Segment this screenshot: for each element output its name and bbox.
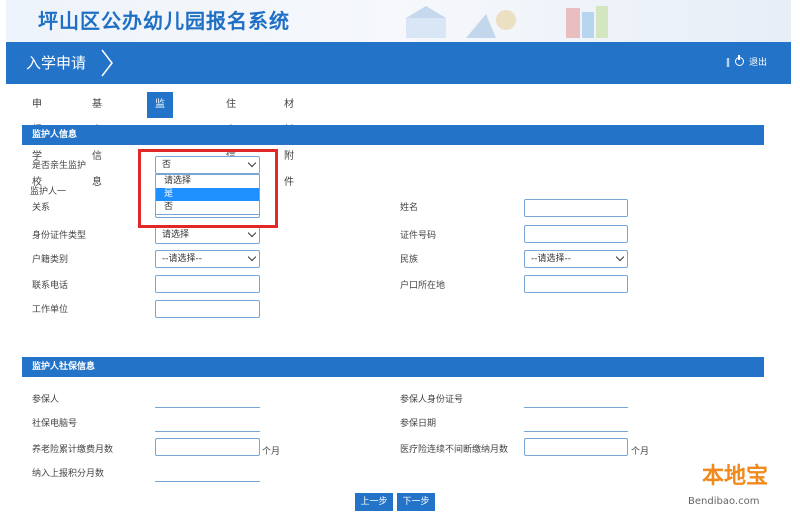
label-settle-months: 纳入上报积分月数 [32, 469, 105, 479]
site-banner: 坪山区公办幼儿园报名系统 [6, 0, 791, 42]
insured-field[interactable] [155, 390, 260, 408]
id-type-select[interactable]: 请选择 [155, 226, 260, 244]
chevron-down-icon [247, 252, 257, 262]
label-primary-guardian: 是否亲生监护 [32, 161, 87, 171]
label-hukou-location: 户口所在地 [400, 281, 446, 291]
tab-guardian-info[interactable]: 监护人信息 [147, 92, 173, 214]
red-highlight-box [138, 149, 278, 228]
household-select[interactable]: --请选择-- [155, 250, 260, 268]
site-title: 坪山区公办幼儿园报名系统 [38, 9, 290, 33]
logout-button[interactable]: ‖ 退出 [726, 42, 767, 84]
employer-field[interactable] [155, 300, 260, 318]
insured-date-field[interactable] [524, 414, 628, 432]
chevron-down-icon [615, 252, 625, 262]
tab-attachments[interactable]: 材料附件 [284, 92, 294, 188]
chevron-right-icon [101, 49, 113, 77]
menu-icon: ‖ [725, 58, 731, 68]
app-window: 坪山区公办幼儿园报名系统 入学申请 ‖ 退出 申报学校 基本信息 监护人信息 住… [0, 0, 800, 519]
social-no-field[interactable] [155, 414, 260, 432]
tab-basic-info[interactable]: 基本信息 [92, 92, 102, 188]
name-field[interactable] [524, 199, 628, 217]
insured-id-field[interactable] [524, 390, 628, 408]
label-medical-months: 医疗险连续不间断缴纳月数 [400, 445, 509, 455]
logout-label: 退出 [748, 58, 767, 68]
power-icon [735, 55, 745, 66]
section-guardian-header: 监护人信息 [22, 125, 764, 145]
medical-months-field[interactable] [524, 438, 628, 456]
unit-months: 个月 [631, 447, 650, 457]
unit-months: 个月 [262, 447, 281, 457]
label-insured-date: 参保日期 [400, 419, 437, 429]
pension-months-field[interactable] [155, 438, 260, 456]
label-pension-months: 养老险累计缴费月数 [32, 445, 114, 455]
nav-current-page: 入学申请 [26, 54, 87, 72]
watermark-url: Bendibao.com [688, 496, 760, 507]
next-button[interactable]: 下一步 [397, 493, 435, 511]
phone-field[interactable] [155, 275, 260, 293]
ethnicity-value: --请选择-- [531, 254, 571, 264]
label-guardian-one: 监护人一 [30, 187, 67, 197]
label-name: 姓名 [400, 203, 419, 213]
label-id-type: 身份证件类型 [32, 231, 87, 241]
tab-housing-info[interactable]: 住房信息 [226, 92, 236, 188]
label-ethnicity: 民族 [400, 255, 419, 265]
label-phone: 联系电话 [32, 281, 69, 291]
label-insured: 参保人 [32, 395, 60, 405]
ethnicity-select[interactable]: --请选择-- [524, 250, 628, 268]
tab-school[interactable]: 申报学校 [32, 92, 42, 188]
watermark-logo: 本地宝 Bendibao.com [680, 458, 795, 516]
label-id-number: 证件号码 [400, 231, 437, 241]
id-number-field[interactable] [524, 225, 628, 243]
section-social-header: 监护人社保信息 [22, 357, 764, 377]
label-insured-id: 参保人身份证号 [400, 395, 464, 405]
watermark-brand: 本地宝 [702, 464, 769, 489]
household-value: --请选择-- [162, 254, 202, 264]
id-type-value: 请选择 [162, 230, 190, 240]
label-relation: 关系 [32, 203, 51, 213]
nav-bar: 入学申请 ‖ 退出 [6, 42, 791, 84]
label-social-no: 社保电脑号 [32, 419, 78, 429]
banner-illustration [406, 6, 608, 38]
settle-months-field[interactable] [155, 464, 260, 482]
prev-button[interactable]: 上一步 [355, 493, 393, 511]
chevron-down-icon [247, 228, 257, 238]
label-household: 户籍类别 [32, 255, 69, 265]
label-employer: 工作单位 [32, 305, 69, 315]
hukou-location-field[interactable] [524, 275, 628, 293]
